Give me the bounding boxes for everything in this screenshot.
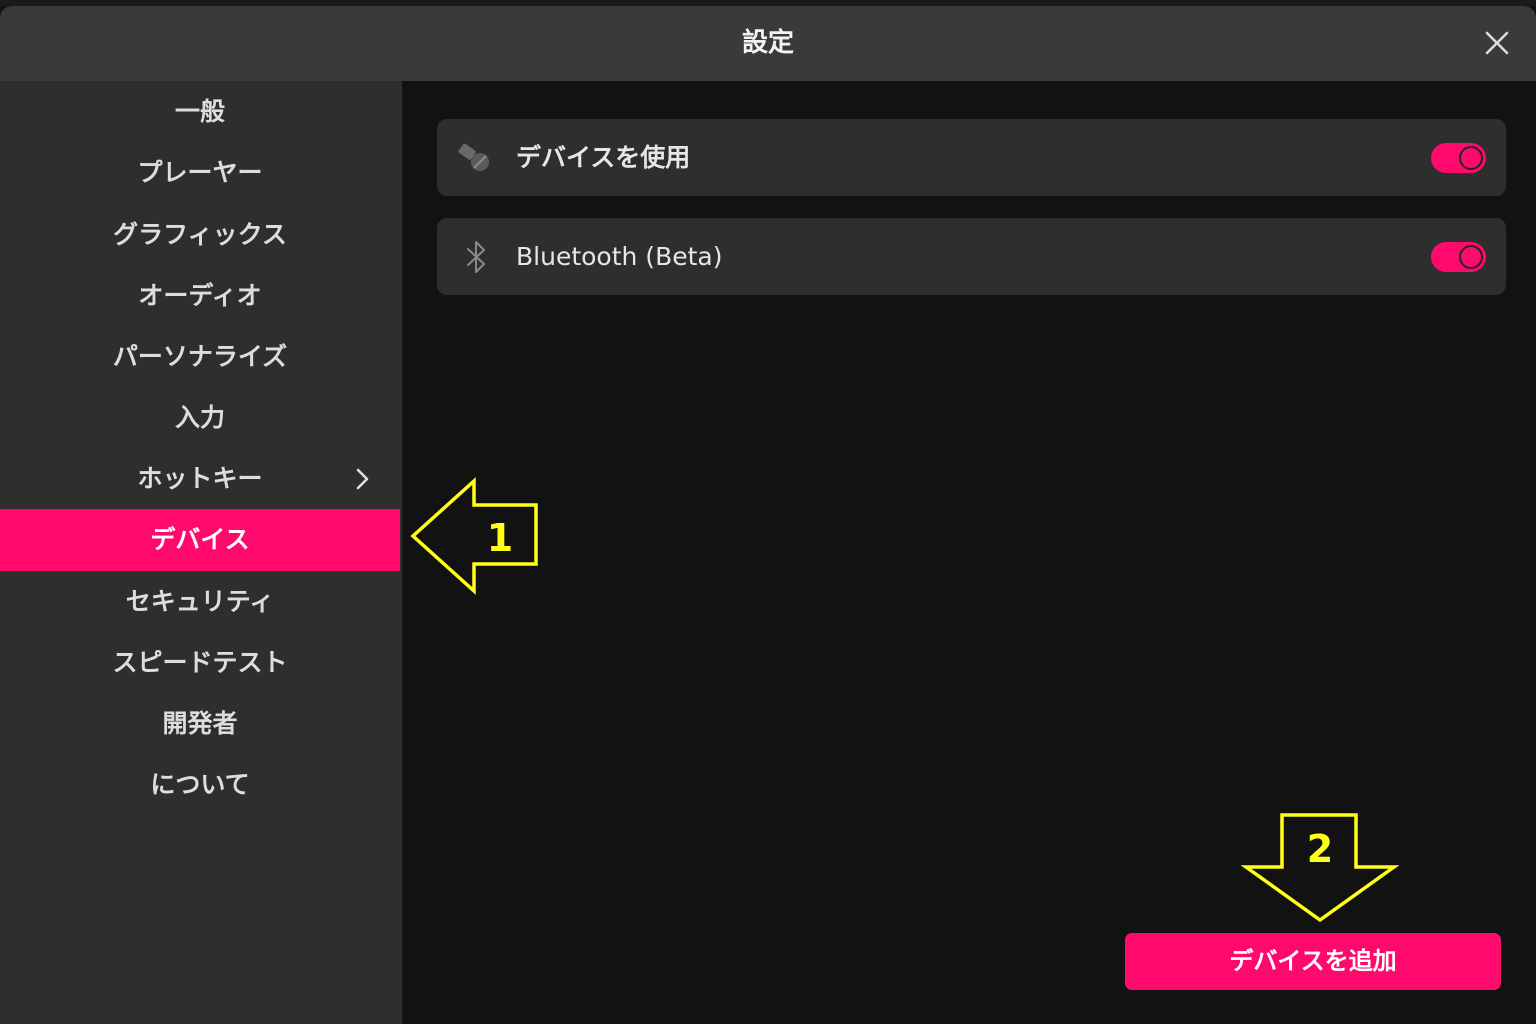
sidebar-item-label: について (150, 770, 250, 799)
close-button[interactable] (1480, 26, 1514, 60)
bluetooth-setting-row: Bluetooth (Beta) (437, 218, 1506, 295)
sidebar-item-graphics[interactable]: グラフィックス (0, 204, 400, 266)
sidebar-item-label: 入力 (174, 403, 225, 432)
device-icon (458, 143, 489, 171)
sidebar-item-label: パーソナライズ (112, 342, 288, 371)
use-device-setting-row: デバイスを使用 (437, 119, 1506, 196)
sidebar-item-label: 一般 (174, 97, 225, 126)
sidebar-item-general[interactable]: 一般 (0, 81, 400, 143)
bluetooth-toggle[interactable] (1431, 242, 1486, 272)
toggle-knob (1459, 146, 1483, 170)
sidebar-item-personalize[interactable]: パーソナライズ (0, 326, 400, 388)
use-device-toggle[interactable] (1431, 143, 1486, 173)
sidebar-item-devices[interactable]: デバイス (0, 509, 400, 571)
callout-label-1: 1 (487, 516, 513, 560)
sidebar-item-security[interactable]: セキュリティ (0, 571, 400, 633)
sidebar-item-label: 開発者 (162, 709, 238, 738)
sidebar-item-input[interactable]: 入力 (0, 387, 400, 449)
add-device-button[interactable]: デバイスを追加 (1125, 933, 1501, 990)
sidebar-item-audio[interactable]: オーディオ (0, 265, 400, 327)
callout-arrow-1: 1 (410, 477, 538, 595)
toggle-knob (1459, 245, 1483, 269)
sidebar-item-label: プレーヤー (137, 158, 263, 187)
callout-label-2: 2 (1307, 827, 1333, 871)
sidebar-item-label: セキュリティ (125, 587, 275, 616)
sidebar-item-developer[interactable]: 開発者 (0, 693, 400, 755)
sidebar-item-label: オーディオ (138, 281, 262, 310)
settings-sidebar: 一般 プレーヤー グラフィックス オーディオ パーソナライズ 入力 ホットキー … (0, 81, 402, 1024)
chevron-right-icon (356, 468, 369, 490)
window-title: 設定 (741, 28, 794, 58)
close-icon (1485, 31, 1509, 55)
sidebar-item-label: ホットキー (137, 464, 263, 493)
callout-arrow-2: 2 (1240, 813, 1400, 923)
sidebar-item-hotkeys[interactable]: ホットキー (0, 448, 400, 510)
sidebar-item-player[interactable]: プレーヤー (0, 142, 400, 204)
use-device-label: デバイスを使用 (516, 143, 691, 172)
sidebar-item-label: グラフィックス (113, 220, 287, 249)
title-bar: 設定 (0, 6, 1536, 81)
sidebar-item-speedtest[interactable]: スピードテスト (0, 632, 400, 694)
sidebar-item-label: デバイス (150, 525, 250, 554)
sidebar-item-about[interactable]: について (0, 754, 400, 816)
bluetooth-label: Bluetooth (Beta) (516, 242, 723, 271)
bluetooth-icon (467, 241, 485, 273)
sidebar-item-label: スピードテスト (112, 648, 288, 677)
